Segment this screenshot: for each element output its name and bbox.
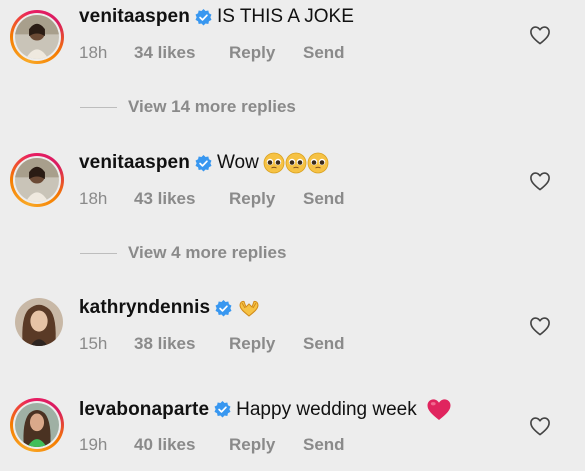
- avatar[interactable]: [15, 298, 63, 346]
- comment-username[interactable]: levabonaparte: [79, 399, 209, 421]
- divider-line: [80, 106, 117, 108]
- avatar[interactable]: [10, 153, 64, 207]
- likes-count-link[interactable]: 43 likes: [134, 189, 229, 209]
- avatar-photo: [15, 298, 63, 346]
- avatar[interactable]: [10, 398, 64, 452]
- avatar-photo: [15, 158, 59, 202]
- pleading-face-emoji-icon: [263, 152, 329, 174]
- reply-button[interactable]: Reply: [229, 334, 303, 354]
- comment-text: IS THIS A JOKE: [216, 6, 354, 27]
- send-button[interactable]: Send: [303, 189, 345, 209]
- comment-text: Wow: [216, 152, 259, 173]
- like-heart-icon[interactable]: [529, 316, 551, 336]
- heart-hands-emoji-icon: [237, 298, 261, 318]
- view-more-replies-label: View 14 more replies: [128, 97, 296, 116]
- comment-timestamp: 18h: [79, 43, 108, 62]
- reply-button[interactable]: Reply: [229, 43, 303, 63]
- send-button[interactable]: Send: [303, 334, 345, 354]
- comment-text: Happy wedding week: [236, 398, 417, 420]
- verified-badge-icon: [195, 8, 212, 26]
- likes-count-link[interactable]: 34 likes: [134, 43, 229, 63]
- comment-timestamp: 19h: [79, 435, 108, 454]
- view-more-replies-label: View 4 more replies: [128, 243, 287, 262]
- likes-count-link[interactable]: 40 likes: [134, 435, 229, 455]
- comment-username[interactable]: venitaaspen: [79, 6, 190, 28]
- comment-username[interactable]: venitaaspen: [79, 152, 190, 174]
- comment-timestamp: 15h: [79, 334, 108, 353]
- view-more-replies-button[interactable]: View 14 more replies: [80, 97, 296, 117]
- verified-badge-icon: [215, 299, 232, 317]
- avatar-photo: [15, 403, 59, 447]
- comment-timestamp: 18h: [79, 189, 108, 208]
- like-heart-icon[interactable]: [529, 25, 551, 45]
- like-heart-icon[interactable]: [529, 416, 551, 436]
- red-heart-emoji-icon: [426, 398, 452, 421]
- send-button[interactable]: Send: [303, 43, 345, 63]
- avatar[interactable]: [10, 10, 64, 64]
- like-heart-icon[interactable]: [529, 171, 551, 191]
- reply-button[interactable]: Reply: [229, 435, 303, 455]
- reply-button[interactable]: Reply: [229, 189, 303, 209]
- send-button[interactable]: Send: [303, 435, 345, 455]
- avatar-photo: [15, 15, 59, 59]
- divider-line: [80, 252, 117, 254]
- verified-badge-icon: [195, 154, 212, 172]
- verified-badge-icon: [214, 401, 231, 418]
- view-more-replies-button[interactable]: View 4 more replies: [80, 243, 286, 263]
- comment-username[interactable]: kathryndennis: [79, 297, 210, 319]
- likes-count-link[interactable]: 38 likes: [134, 334, 229, 354]
